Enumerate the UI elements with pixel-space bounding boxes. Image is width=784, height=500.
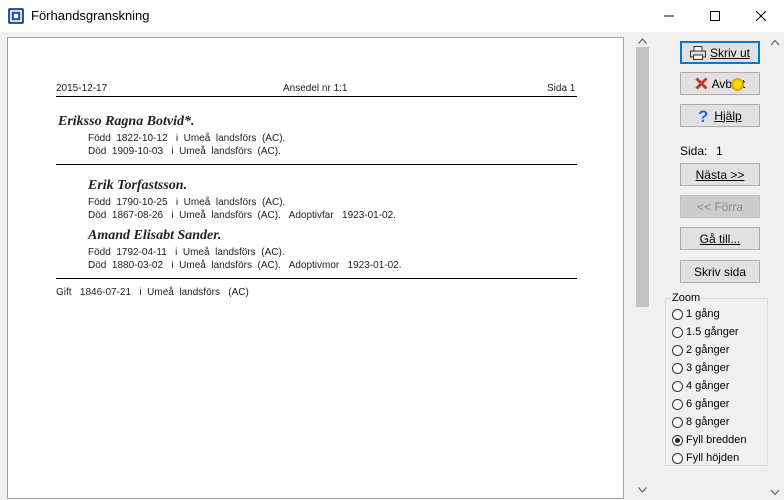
panel-scroll-up-icon[interactable] (770, 35, 780, 49)
print-page-button[interactable]: Skriv sida (680, 260, 760, 283)
printer-icon (689, 45, 706, 60)
help-button-label: Hjälp (714, 108, 742, 123)
zoom-option-label: 6 gånger (686, 398, 730, 410)
radio-button[interactable] (672, 434, 683, 446)
zoom-option[interactable]: 1 gång (672, 306, 720, 322)
main-person-died: Död 1909-10-03 i Umeå landsförs (AC). (88, 146, 281, 157)
print-page-label: Skriv sida (693, 264, 746, 279)
minimize-button[interactable] (646, 0, 692, 32)
zoom-option[interactable]: 1.5 gånger (672, 324, 739, 340)
cursor-highlight (731, 78, 744, 91)
radio-button[interactable] (672, 380, 683, 392)
radio-button[interactable] (672, 416, 683, 428)
zoom-option[interactable]: 6 gånger (672, 396, 729, 412)
maximize-button[interactable] (692, 0, 738, 32)
parents-divider (56, 278, 577, 279)
page-header-date: 2015-12-17 (56, 83, 108, 94)
panel-scrollbar[interactable] (770, 33, 784, 500)
zoom-option-label: 3 gånger (686, 362, 730, 374)
print-button-label: Skriv ut (709, 45, 750, 60)
zoom-option-label: Fyll höjden (686, 452, 740, 464)
zoom-option-label: 4 gånger (686, 380, 730, 392)
zoom-option[interactable]: 8 gånger (672, 414, 729, 430)
father-born: Född 1790-10-25 i Umeå landsförs (AC). (88, 197, 286, 208)
mother-died: Död 1880-03-02 i Umeå landsförs (AC). Ad… (88, 260, 402, 271)
header-divider (56, 96, 577, 97)
father-died: Död 1867-08-26 i Umeå landsförs (AC). Ad… (88, 210, 396, 221)
zoom-group-label: Zoom (671, 292, 702, 304)
zoom-option[interactable]: 2 gånger (672, 342, 729, 358)
radio-button[interactable] (672, 326, 683, 338)
app-icon (8, 8, 24, 24)
radio-selected-dot (675, 437, 680, 443)
main-person-name: Eriksso Ragna Botvid*. (58, 114, 195, 129)
print-button[interactable]: Skriv ut (680, 41, 760, 64)
zoom-option[interactable]: 3 gånger (672, 360, 729, 376)
father-name: Erik Torfastsson. (88, 178, 188, 193)
person-divider (56, 164, 577, 165)
prev-page-button[interactable]: << Förra (680, 195, 760, 218)
page-indicator-label: Sida: (680, 144, 708, 158)
zoom-option[interactable]: Fyll bredden (672, 432, 747, 448)
radio-button[interactable] (672, 362, 683, 374)
radio-button[interactable] (672, 344, 683, 356)
zoom-option-label: 1.5 gånger (686, 326, 739, 338)
zoom-option-label: 2 gånger (686, 344, 730, 356)
print-preview-area: 2015-12-17 Ansedel nr 1:1 Sida 1 Eriksso… (7, 37, 624, 499)
marriage-record: Gift 1846-07-21 i Umeå landsförs (AC) (56, 287, 249, 298)
help-question-icon: ? (698, 108, 710, 124)
zoom-option[interactable]: 4 gånger (672, 378, 729, 394)
title-bar: Förhandsgranskning (0, 0, 784, 32)
close-button[interactable] (738, 0, 784, 32)
mother-born: Född 1792-04-11 i Umeå landsförs (AC). (88, 247, 285, 258)
svg-text:?: ? (698, 108, 708, 124)
scroll-up-icon[interactable] (637, 35, 648, 46)
next-page-label: Nästa >> (695, 167, 745, 182)
zoom-option-label: Fyll bredden (686, 434, 747, 446)
cancel-button[interactable]: Avbryt (680, 72, 760, 95)
page-header-page: Sida 1 (547, 83, 576, 94)
panel-scroll-down-icon[interactable] (770, 485, 780, 499)
vertical-scrollbar[interactable] (634, 33, 651, 497)
help-button[interactable]: ? Hjälp (680, 104, 760, 127)
goto-page-label: Gå till... (699, 231, 741, 246)
zoom-option[interactable]: Fyll höjden (672, 450, 739, 466)
scroll-down-icon[interactable] (637, 484, 648, 495)
zoom-option-label: 8 gånger (686, 416, 730, 428)
scrollbar-thumb[interactable] (636, 47, 649, 307)
cancel-x-icon (695, 77, 708, 90)
next-page-button[interactable]: Nästa >> (680, 163, 760, 186)
preview-page: 2015-12-17 Ansedel nr 1:1 Sida 1 Eriksso… (8, 38, 623, 498)
goto-page-button[interactable]: Gå till... (680, 227, 760, 250)
zoom-option-label: 1 gång (686, 308, 720, 320)
radio-button[interactable] (672, 398, 683, 410)
page-header-title: Ansedel nr 1:1 (283, 83, 348, 94)
radio-button[interactable] (672, 308, 683, 320)
radio-button[interactable] (672, 452, 683, 464)
window-title: Förhandsgranskning (31, 8, 150, 23)
prev-page-label: << Förra (696, 199, 744, 214)
page-indicator-value: 1 (716, 144, 723, 158)
mother-name: Amand Elisabt Sander. (88, 228, 222, 243)
main-person-born: Född 1822-10-12 i Umeå landsförs (AC). (88, 133, 286, 144)
